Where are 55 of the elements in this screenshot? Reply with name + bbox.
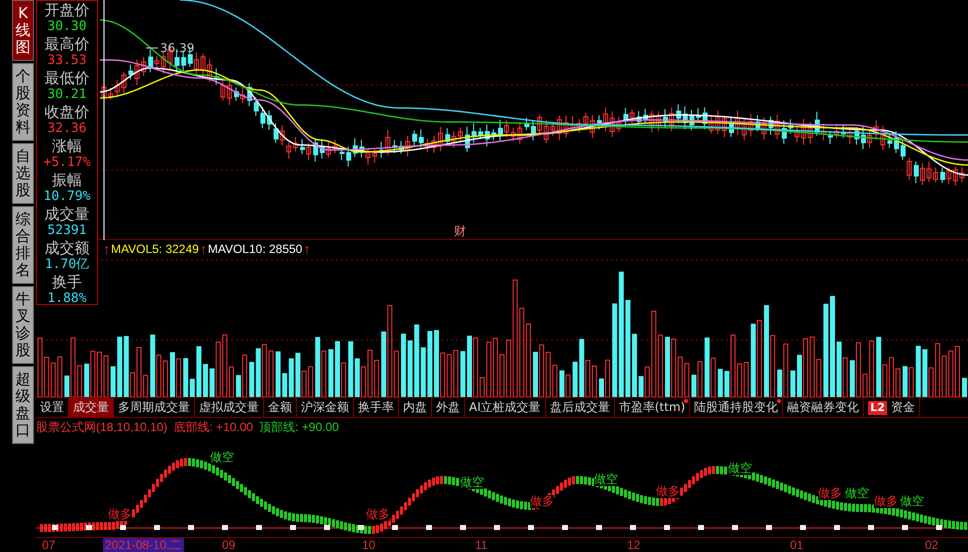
quote-value: 32.36 (47, 120, 87, 137)
quote-label: 最低价 (44, 70, 90, 86)
signal-label: 做空 (728, 462, 752, 475)
signal-label: 做空 (594, 473, 618, 486)
quote-label: 换手 (52, 274, 82, 290)
quote-label: 振幅 (52, 172, 82, 188)
quote-label: 收盘价 (44, 104, 90, 120)
side-tab[interactable]: 自选股 (12, 143, 34, 204)
signal-label: 做多 (366, 508, 390, 521)
arrow-icon: ↑ (302, 242, 312, 256)
quote-label: 涨幅 (52, 138, 82, 154)
side-tab[interactable]: 个股资料 (12, 63, 34, 141)
signal-label: 做空 (900, 495, 924, 508)
axis-label: 12 (627, 538, 640, 552)
axis-label: 10 (362, 538, 376, 552)
bottom-line-label: 底部线: +10.00 (173, 420, 254, 434)
indicator-tab[interactable]: 成交量 (69, 398, 114, 417)
signal-label: 做多 (656, 485, 680, 498)
event-marker: 财 (454, 224, 466, 238)
quote-label: 成交量 (44, 206, 90, 222)
quote-value: 52391 (47, 222, 87, 239)
quote-value: 33.53 (47, 52, 87, 69)
signal-label: 做多 (874, 495, 898, 508)
arrow-icon: ↑ (102, 242, 111, 256)
top-line-label: 顶部线: +90.00 (259, 420, 339, 434)
axis-label: 07 (42, 538, 56, 552)
quote-label: 开盘价 (44, 2, 90, 18)
side-tab[interactable]: 超级盘口 (12, 366, 34, 444)
indicator-title: 股票公式网(18,10,10,10) (36, 420, 168, 434)
level-badge: L2 (868, 400, 887, 414)
signal-label: 做空 (210, 451, 234, 464)
axis-label: 09 (222, 538, 236, 552)
quote-label: 成交额 (44, 240, 90, 256)
signal-label: 做多 (530, 495, 554, 508)
arrow-icon: ↑ (198, 242, 208, 256)
quote-value: 10.79% (44, 188, 90, 205)
quote-value: 30.30 (47, 18, 87, 35)
axis-label: 11 (475, 538, 488, 552)
side-tab[interactable]: 综合排名 (12, 206, 34, 284)
side-tab[interactable]: 牛叉诊股 (12, 286, 34, 364)
side-tab[interactable]: K线图 (12, 0, 34, 61)
quote-label: 最高价 (44, 36, 90, 52)
signal-label: 做多 (818, 487, 842, 500)
legend-label: MAVOL10: 28550 (208, 242, 302, 256)
signal-label: 做空 (845, 487, 869, 500)
signal-label: 做空 (460, 476, 484, 489)
quote-value: 1.88% (47, 290, 87, 307)
signal-label: 做多 (108, 508, 132, 521)
legend-label: MAVOL5: 32249 (111, 242, 199, 256)
axis-label: 02 (925, 538, 938, 552)
quote-value: +5.17% (44, 154, 90, 171)
axis-label: 01 (790, 538, 804, 552)
axis-label: 2021-08-10,二 (103, 538, 184, 552)
quote-value: 1.70亿 (44, 256, 90, 273)
quote-value: 30.21 (47, 86, 87, 103)
